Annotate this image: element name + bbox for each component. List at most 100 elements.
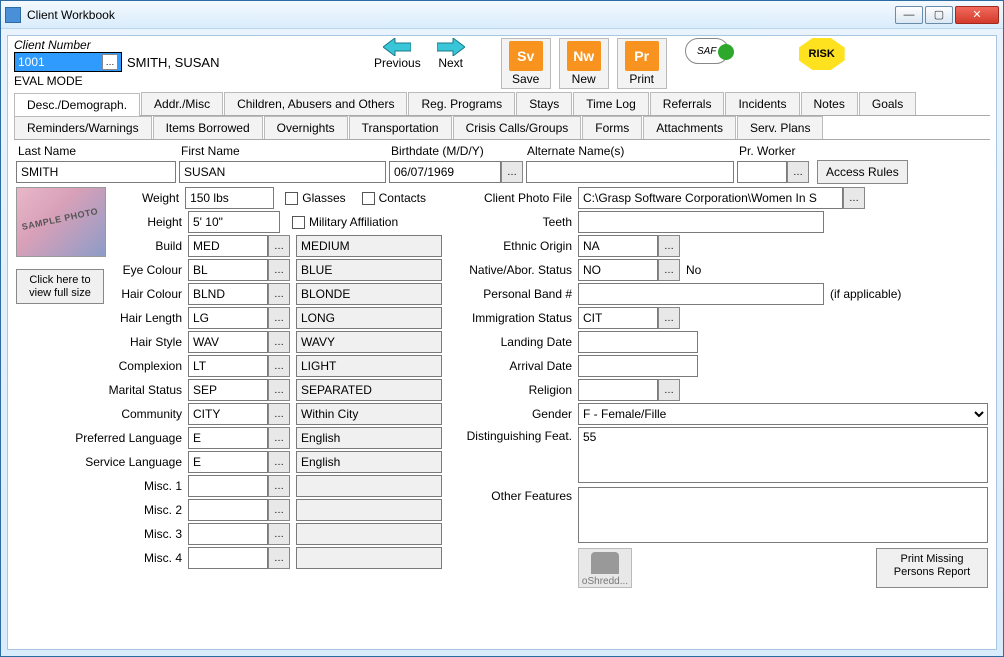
other-features-input[interactable]: [578, 487, 988, 543]
build-lookup-button[interactable]: …: [268, 235, 290, 257]
last-name-label: Last Name: [16, 144, 179, 158]
misc-4-code-input[interactable]: [188, 547, 268, 569]
hair-colour-lookup-button[interactable]: …: [268, 283, 290, 305]
photo-file-input[interactable]: C:\Grasp Software Corporation\Women In S: [578, 187, 843, 209]
immigration-lookup-button[interactable]: …: [658, 307, 680, 329]
previous-button[interactable]: Previous: [374, 38, 421, 70]
tab-desc-demograph-[interactable]: Desc./Demograph.: [14, 93, 140, 116]
misc-1-code-input[interactable]: [188, 475, 268, 497]
landing-date-input[interactable]: [578, 331, 698, 353]
service-language-lookup-button[interactable]: …: [268, 451, 290, 473]
complexion-code-input[interactable]: LT: [188, 355, 268, 377]
close-button[interactable]: ✕: [955, 6, 999, 24]
glasses-checkbox[interactable]: Glasses: [285, 191, 345, 205]
service-language-code-input[interactable]: E: [188, 451, 268, 473]
hair-style-code-input[interactable]: WAV: [188, 331, 268, 353]
print-missing-persons-button[interactable]: Print Missing Persons Report: [876, 548, 988, 588]
native-status-code-input[interactable]: NO: [578, 259, 658, 281]
client-number-lookup-button[interactable]: …: [102, 54, 118, 70]
pr-worker-lookup-button[interactable]: …: [787, 161, 809, 183]
misc-1-lookup-button[interactable]: …: [268, 475, 290, 497]
photo-file-browse-button[interactable]: …: [843, 187, 865, 209]
eye-colour-desc: BLUE: [296, 259, 442, 281]
personal-band-input[interactable]: [578, 283, 824, 305]
shredd-button[interactable]: oShredd...: [578, 548, 632, 588]
community-code-input[interactable]: CITY: [188, 403, 268, 425]
marital-status-lookup-button[interactable]: …: [268, 379, 290, 401]
eye-colour-lookup-button[interactable]: …: [268, 259, 290, 281]
gender-select[interactable]: F - Female/Fille: [578, 403, 988, 425]
tab-addr-misc[interactable]: Addr./Misc: [141, 92, 223, 115]
misc-4-lookup-button[interactable]: …: [268, 547, 290, 569]
tab-attachments[interactable]: Attachments: [643, 116, 736, 139]
religion-input[interactable]: [578, 379, 658, 401]
marital-status-label: Marital Status: [7, 383, 188, 397]
religion-lookup-button[interactable]: …: [658, 379, 680, 401]
misc-3-label: Misc. 3: [7, 527, 188, 541]
tab-referrals[interactable]: Referrals: [650, 92, 725, 115]
height-input[interactable]: 5' 10": [188, 211, 280, 233]
next-button[interactable]: Next: [437, 38, 465, 70]
native-status-lookup-button[interactable]: …: [658, 259, 680, 281]
hair-length-lookup-button[interactable]: …: [268, 307, 290, 329]
tab-incidents[interactable]: Incidents: [725, 92, 799, 115]
tab-overnights[interactable]: Overnights: [264, 116, 348, 139]
print-button[interactable]: Pr Print: [617, 38, 667, 89]
birthdate-input[interactable]: 06/07/1969: [389, 161, 501, 183]
client-number-input[interactable]: 1001 …: [14, 52, 122, 72]
military-checkbox[interactable]: Military Affiliation: [292, 215, 398, 229]
misc-2-code-input[interactable]: [188, 499, 268, 521]
hair-length-code-input[interactable]: LG: [188, 307, 268, 329]
ethnic-lookup-button[interactable]: …: [658, 235, 680, 257]
ethnic-origin-input[interactable]: NA: [578, 235, 658, 257]
complexion-lookup-button[interactable]: …: [268, 355, 290, 377]
tab-serv-plans[interactable]: Serv. Plans: [737, 116, 823, 139]
marital-status-code-input[interactable]: SEP: [188, 379, 268, 401]
teeth-input[interactable]: [578, 211, 824, 233]
weight-input[interactable]: 150 lbs: [185, 187, 274, 209]
last-name-input[interactable]: SMITH: [16, 161, 176, 183]
arrival-date-input[interactable]: [578, 355, 698, 377]
tab-children-abusers-and-others[interactable]: Children, Abusers and Others: [224, 92, 407, 115]
preferred-language-code-input[interactable]: E: [188, 427, 268, 449]
immigration-status-input[interactable]: CIT: [578, 307, 658, 329]
birthdate-picker-button[interactable]: …: [501, 161, 523, 183]
tab-goals[interactable]: Goals: [859, 92, 916, 115]
distinguishing-feat-label: Distinguishing Feat.: [454, 427, 578, 443]
tab-reminders-warnings[interactable]: Reminders/Warnings: [14, 116, 152, 139]
eye-colour-code-input[interactable]: BL: [188, 259, 268, 281]
alt-name-input[interactable]: [526, 161, 734, 183]
minimize-button[interactable]: —: [895, 6, 923, 24]
tab-items-borrowed[interactable]: Items Borrowed: [153, 116, 263, 139]
saf-badge-icon: SAF: [685, 38, 729, 64]
tab-time-log[interactable]: Time Log: [573, 92, 649, 115]
tab-notes[interactable]: Notes: [801, 92, 858, 115]
first-name-input[interactable]: SUSAN: [179, 161, 386, 183]
maximize-button[interactable]: ▢: [925, 6, 953, 24]
tab-reg-programs[interactable]: Reg. Programs: [408, 92, 515, 115]
misc-2-lookup-button[interactable]: …: [268, 499, 290, 521]
hair-colour-code-input[interactable]: BLND: [188, 283, 268, 305]
service-language-label: Service Language: [7, 455, 188, 469]
tab-crisis-calls-groups[interactable]: Crisis Calls/Groups: [453, 116, 582, 139]
tab-transportation[interactable]: Transportation: [349, 116, 452, 139]
religion-label: Religion: [454, 383, 578, 397]
misc-3-desc: [296, 523, 442, 545]
misc-3-code-input[interactable]: [188, 523, 268, 545]
client-photo[interactable]: [16, 187, 106, 257]
tab-stays[interactable]: Stays: [516, 92, 572, 115]
tab-forms[interactable]: Forms: [582, 116, 642, 139]
distinguishing-feat-input[interactable]: 55: [578, 427, 988, 483]
contacts-checkbox[interactable]: Contacts: [362, 191, 426, 205]
preferred-language-lookup-button[interactable]: …: [268, 427, 290, 449]
community-lookup-button[interactable]: …: [268, 403, 290, 425]
access-rules-button[interactable]: Access Rules: [817, 160, 908, 184]
build-code-input[interactable]: MED: [188, 235, 268, 257]
risk-indicator[interactable]: RISK: [799, 38, 845, 70]
service-language-desc: English: [296, 451, 442, 473]
misc-3-lookup-button[interactable]: …: [268, 523, 290, 545]
save-button[interactable]: Sv Save: [501, 38, 551, 89]
hair-style-lookup-button[interactable]: …: [268, 331, 290, 353]
pr-worker-input[interactable]: [737, 161, 787, 183]
new-button[interactable]: Nw New: [559, 38, 609, 89]
